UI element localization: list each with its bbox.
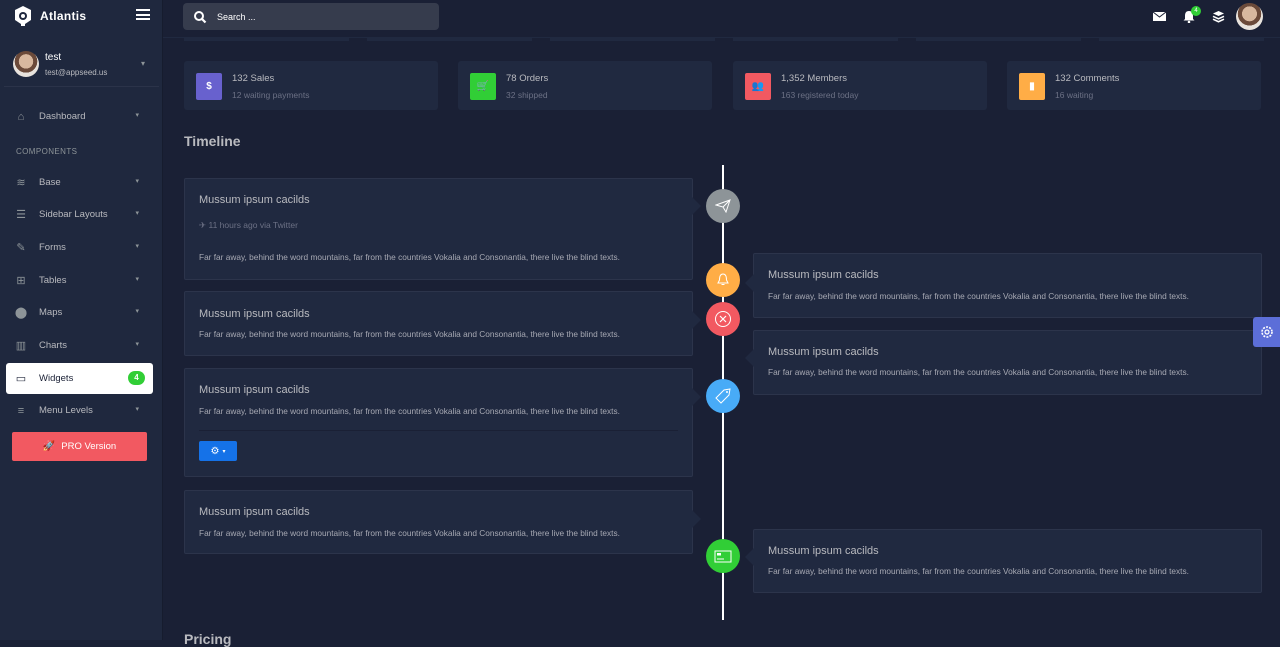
rocket-icon: 🚀	[42, 441, 56, 452]
app-title: Atlantis	[40, 9, 87, 23]
user-avatar[interactable]	[1236, 3, 1263, 30]
credit-card-icon	[714, 550, 732, 562]
scrolled-content-edge	[184, 38, 349, 41]
gear-icon	[1260, 326, 1273, 338]
scrolled-content-edge	[733, 38, 898, 41]
timeline-badge	[706, 189, 740, 223]
timeline-panel: Mussum ipsum cacilds Far far away, behin…	[184, 291, 701, 356]
caret-down-icon: ▾	[135, 243, 139, 250]
paper-plane-icon	[715, 199, 731, 213]
notifications-button[interactable]: 4	[1183, 6, 1201, 24]
timeline-meta: ✈ 11 hours ago via Twitter	[199, 220, 298, 230]
timeline-badge	[706, 263, 740, 297]
avatar	[13, 51, 39, 77]
pro-version-button[interactable]: 🚀 PRO Version	[12, 432, 147, 461]
scrolled-content-edge	[550, 38, 715, 41]
layers-icon[interactable]	[1212, 10, 1225, 23]
timeline-heading: Timeline	[184, 133, 241, 149]
timeline-panel: Mussum ipsum cacilds Far far away, behin…	[184, 490, 701, 554]
stat-card-sales: $ 132 Sales 12 waiting payments	[184, 61, 438, 110]
sidebar-item-charts[interactable]: ▥ Charts ▾	[6, 330, 153, 361]
timeline-badge	[706, 379, 740, 413]
timeline-panel: Mussum ipsum cacilds Far far away, behin…	[745, 529, 1262, 593]
atlantis-logo-icon	[15, 6, 31, 26]
user-profile[interactable]: test test@appseed.us ▾	[4, 45, 159, 87]
paper-plane-icon: ✈	[199, 220, 207, 230]
caret-down-icon: ▾	[135, 276, 139, 283]
timeline-panel: Mussum ipsum cacilds Far far away, behin…	[745, 253, 1262, 318]
table-icon: ⊞	[16, 275, 26, 287]
user-email: test@appseed.us	[45, 68, 108, 77]
map-marker-icon: ⬤	[14, 307, 28, 319]
sidebar-item-tables[interactable]: ⊞ Tables ▾	[6, 265, 153, 296]
caret-down-icon: ▾	[135, 112, 139, 119]
desktop-icon: ▭	[15, 373, 27, 385]
stat-card-orders: 🛒 78 Orders 32 shipped	[458, 61, 712, 110]
sidebar: Atlantis test test@appseed.us ▾ ⌂ Dashbo…	[0, 0, 163, 640]
divider	[199, 430, 678, 431]
bars-icon: ≡	[17, 404, 25, 417]
pen-square-icon: ✎	[16, 242, 26, 254]
sidebar-item-sidebar-layouts[interactable]: ☰ Sidebar Layouts ▾	[6, 199, 153, 230]
comment-icon: ▮	[1019, 73, 1045, 100]
pricing-heading: Pricing	[184, 631, 232, 647]
sidebar-item-forms[interactable]: ✎ Forms ▾	[6, 232, 153, 263]
search-icon	[194, 10, 207, 23]
dollar-icon: $	[196, 73, 222, 100]
search-input[interactable]	[217, 11, 417, 22]
search-bar[interactable]	[183, 3, 439, 30]
caret-down-icon[interactable]: ▾	[141, 59, 145, 68]
timeline-badge	[706, 539, 740, 573]
th-list-icon: ☰	[16, 209, 26, 221]
section-label: COMPONENTS	[16, 147, 78, 156]
widgets-badge: 4	[128, 371, 145, 385]
timeline-badge	[706, 302, 740, 336]
scrolled-content-edge	[367, 38, 532, 41]
sidebar-item-base[interactable]: ≋ Base ▾	[6, 167, 153, 198]
caret-down-icon: ▾	[135, 178, 139, 185]
timeline-panel: Mussum ipsum cacilds Far far away, behin…	[745, 330, 1262, 395]
sidebar-item-maps[interactable]: ⬤ Maps ▾	[6, 297, 153, 328]
chart-bar-icon: ▥	[15, 340, 27, 352]
theme-settings-button[interactable]	[1253, 317, 1280, 347]
user-name: test	[45, 52, 62, 63]
scrolled-content-edge	[1099, 38, 1264, 41]
sidebar-item-dashboard[interactable]: ⌂ Dashboard ▾	[6, 101, 153, 132]
bell-icon	[717, 273, 729, 285]
caret-down-icon: ▾	[135, 341, 139, 348]
close-circle-icon	[715, 311, 731, 327]
users-icon: 👥	[745, 73, 771, 100]
cart-icon: 🛒	[470, 73, 496, 100]
caret-down-icon: ▾	[135, 210, 139, 217]
settings-dropdown-button[interactable]: ⚙ ▾	[199, 441, 237, 461]
caret-down-icon: ▾	[222, 448, 226, 455]
notification-count: 4	[1191, 6, 1201, 16]
gear-icon: ⚙	[210, 445, 220, 457]
home-icon: ⌂	[17, 110, 25, 123]
topbar	[163, 0, 1280, 38]
envelope-icon[interactable]	[1153, 12, 1166, 21]
caret-down-icon: ▾	[135, 308, 139, 315]
sidebar-item-widgets[interactable]: ▭ Widgets 4	[6, 363, 153, 394]
stat-card-comments: ▮ 132 Comments 16 waiting	[1007, 61, 1261, 110]
menu-toggle-icon[interactable]	[136, 9, 150, 20]
sidebar-item-menu-levels[interactable]: ≡ Menu Levels ▾	[6, 395, 153, 426]
tag-icon	[715, 388, 731, 404]
stat-card-members: 👥 1,352 Members 163 registered today	[733, 61, 987, 110]
caret-down-icon: ▾	[135, 406, 139, 413]
layers-icon: ≋	[16, 177, 26, 189]
timeline-panel: .p1::after{top:17px} Mussum ipsum cacild…	[184, 178, 701, 280]
scrolled-content-edge	[916, 38, 1081, 41]
timeline-panel: Mussum ipsum cacilds Far far away, behin…	[184, 368, 701, 477]
